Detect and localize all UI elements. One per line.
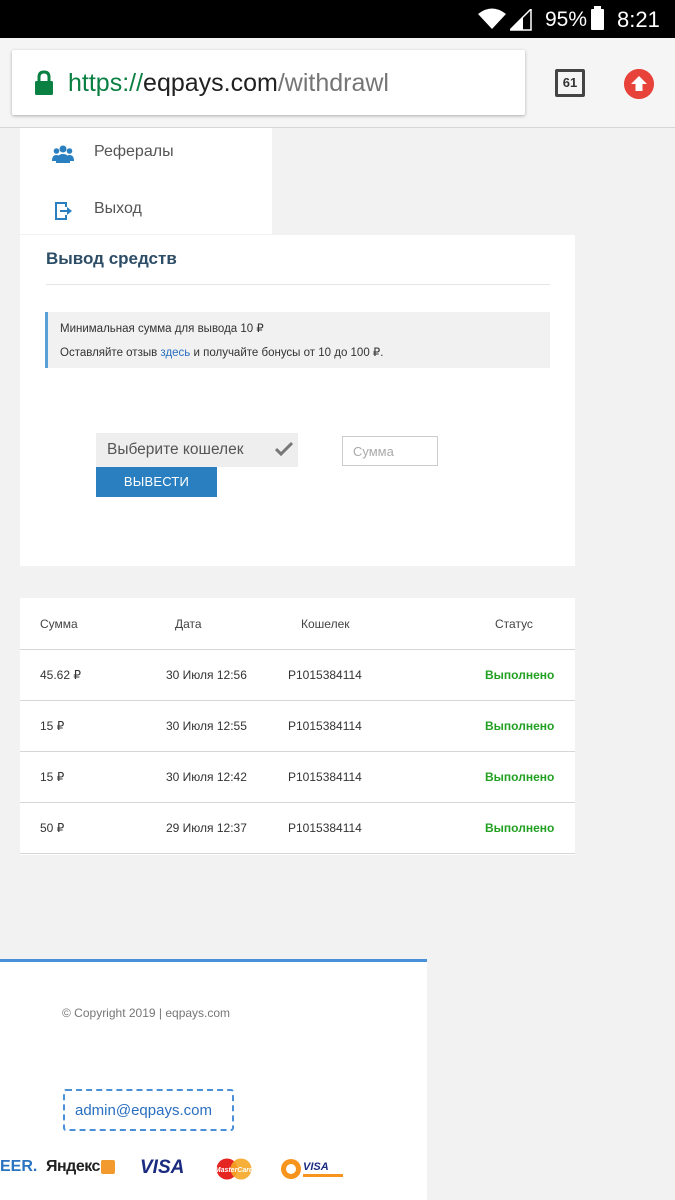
amount-input[interactable] xyxy=(342,436,438,466)
qiwi-visa-logo: VISA xyxy=(281,1159,343,1179)
tab-switcher-button[interactable]: 61 xyxy=(555,69,585,97)
table-row: 15 ₽ 30 Июля 12:55 P1015384114 Выполнено xyxy=(20,700,575,751)
column-header-status: Статус xyxy=(495,617,533,631)
cell-wallet: P1015384114 xyxy=(288,668,362,682)
review-note-suffix: и получайте бонусы от 10 до 100 ₽. xyxy=(190,347,384,359)
url-host: eqpays.com xyxy=(143,69,278,97)
logout-icon xyxy=(55,202,72,220)
cell-date: 30 Июля 12:56 xyxy=(166,668,247,682)
clock: 8:21 xyxy=(617,7,660,32)
yandex-money-logo: Яндекс xyxy=(46,1158,100,1175)
withdrawal-history-table: Сумма Дата Кошелек Статус 45.62 ₽ 30 Июл… xyxy=(20,598,575,855)
cell-wallet: P1015384114 xyxy=(288,770,362,784)
url-scheme: https:// xyxy=(68,69,144,97)
table-row: 45.62 ₽ 30 Июля 12:56 P1015384114 Выполн… xyxy=(20,649,575,700)
footer: © Copyright 2019 | eqpays.com admin@eqpa… xyxy=(0,959,427,1200)
divider xyxy=(46,284,550,285)
cell-amount: 15 ₽ xyxy=(40,719,65,733)
cell-amount: 15 ₽ xyxy=(40,770,65,784)
table-row: 15 ₽ 30 Июля 12:42 P1015384114 Выполнено xyxy=(20,751,575,802)
cell-wallet: P1015384114 xyxy=(288,719,362,733)
address-bar[interactable]: https://eqpays.com/withdrawl xyxy=(12,50,525,115)
payeer-logo: EER. xyxy=(0,1158,38,1175)
status-badge: Выполнено xyxy=(485,668,555,682)
wallet-select[interactable]: Выберите кошелек xyxy=(96,433,298,467)
cell-amount: 45.62 ₽ xyxy=(40,668,81,682)
sidebar-item-referrals[interactable]: Рефералы xyxy=(20,128,272,184)
review-link[interactable]: здесь xyxy=(160,347,190,359)
status-badge: Выполнено xyxy=(485,821,555,835)
sidebar-item-label: Выход xyxy=(94,200,142,217)
system-status-bar: 95% 8:21 xyxy=(0,0,675,38)
review-note-prefix: Оставляйте отзыв xyxy=(60,347,161,359)
contact-email-link[interactable]: admin@eqpays.com xyxy=(63,1089,234,1131)
url-text: https://eqpays.com/withdrawl xyxy=(68,69,389,98)
email-text: admin@eqpays.com xyxy=(75,1102,212,1119)
status-badge: Выполнено xyxy=(485,770,555,784)
sidebar-item-label: Рефералы xyxy=(94,143,174,160)
battery-percent: 95% xyxy=(545,8,588,31)
svg-text:MasterCard: MasterCard xyxy=(215,1167,254,1174)
users-icon xyxy=(52,145,74,163)
sidebar-menu: Рефералы Выход xyxy=(20,128,272,234)
review-note: Оставляйте отзыв здесь и получайте бонус… xyxy=(60,345,383,359)
mastercard-logo: MasterCard xyxy=(215,1158,254,1180)
page-title: Вывод средств xyxy=(46,249,177,268)
column-header-date: Дата xyxy=(175,617,202,631)
cell-date: 30 Июля 12:42 xyxy=(166,770,247,784)
update-icon[interactable] xyxy=(624,69,654,99)
column-header-wallet: Кошелек xyxy=(301,617,350,631)
url-path: /withdrawl xyxy=(277,69,389,97)
withdraw-panel: Вывод средств Минимальная сумма для выво… xyxy=(20,235,575,566)
column-header-amount: Сумма xyxy=(40,617,78,631)
payment-logos: EER. Яндекс VISA MasterCard VISA xyxy=(0,1157,427,1188)
wifi-icon xyxy=(478,8,506,29)
battery-icon xyxy=(591,6,604,30)
min-amount-note: Минимальная сумма для вывода 10 ₽ xyxy=(60,323,264,335)
checkmark-icon xyxy=(275,441,293,457)
copyright: © Copyright 2019 | eqpays.com xyxy=(62,1006,231,1020)
svg-text:VISA: VISA xyxy=(303,1161,329,1173)
cell-date: 29 Июля 12:37 xyxy=(166,821,247,835)
signal-icon xyxy=(510,9,532,31)
withdraw-button[interactable]: ВЫВЕСТИ xyxy=(96,467,217,497)
wallet-select-value: Выберите кошелек xyxy=(107,441,244,458)
info-alert: Минимальная сумма для вывода 10 ₽ Оставл… xyxy=(45,312,550,368)
browser-toolbar: https://eqpays.com/withdrawl 61 xyxy=(0,38,675,128)
yandex-money-icon xyxy=(101,1160,115,1174)
cell-wallet: P1015384114 xyxy=(288,821,362,835)
sidebar-item-logout[interactable]: Выход xyxy=(20,185,272,241)
visa-logo: VISA xyxy=(140,1157,185,1178)
status-badge: Выполнено xyxy=(485,719,555,733)
lock-icon xyxy=(35,70,53,95)
table-row: 50 ₽ 29 Июля 12:37 P1015384114 Выполнено xyxy=(20,802,575,854)
cell-amount: 50 ₽ xyxy=(40,821,65,835)
cell-date: 30 Июля 12:55 xyxy=(166,719,247,733)
